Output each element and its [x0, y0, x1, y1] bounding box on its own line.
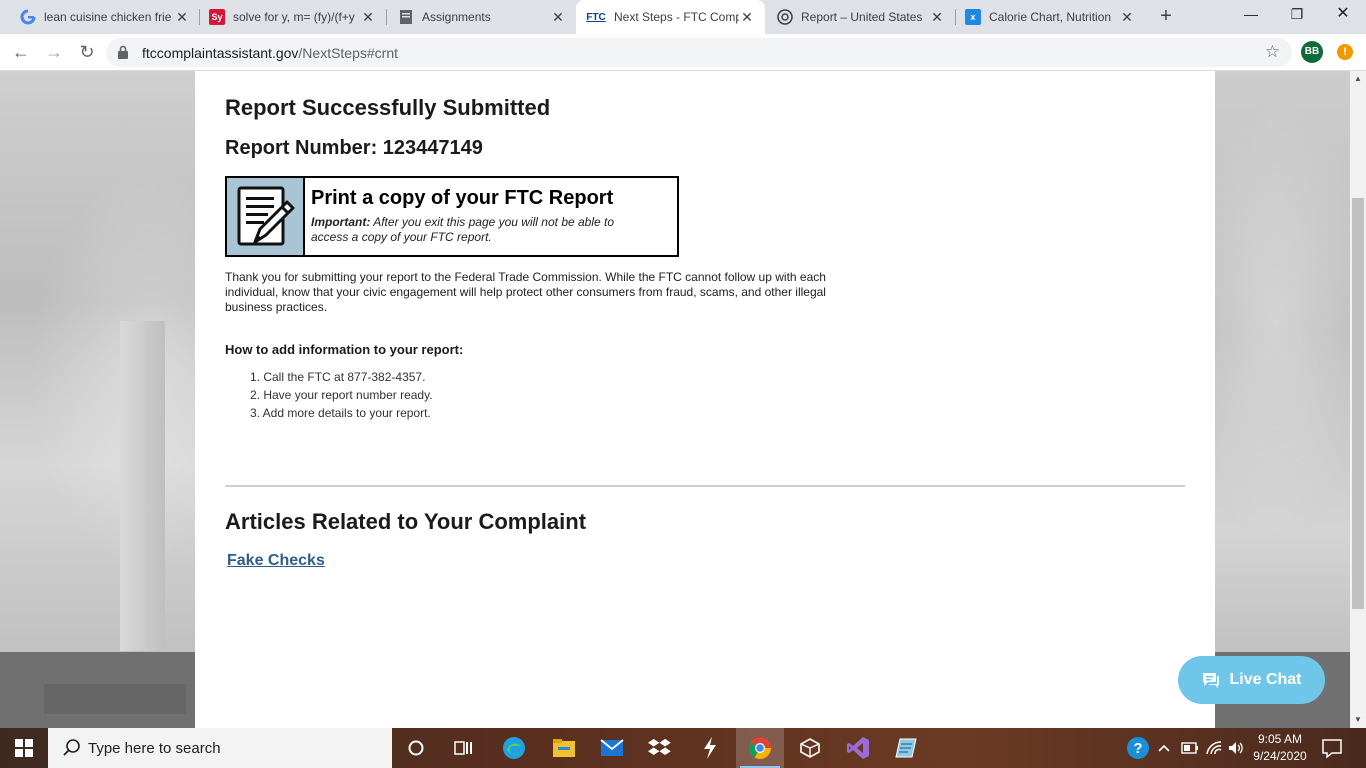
- article-link-fake-checks[interactable]: Fake Checks: [227, 552, 325, 570]
- battery-icon[interactable]: [1181, 728, 1199, 768]
- scroll-down-arrow-icon[interactable]: ▼: [1350, 712, 1366, 728]
- how-to-heading: How to add information to your report:: [225, 342, 464, 357]
- list-item: 3. Add more details to your report.: [250, 406, 431, 420]
- bookmark-star-icon[interactable]: ☆: [1265, 42, 1280, 62]
- dropbox-icon[interactable]: [636, 728, 684, 768]
- close-icon[interactable]: ✕: [174, 9, 190, 26]
- app-bolt-icon[interactable]: [686, 728, 734, 768]
- unity-icon[interactable]: [786, 728, 834, 768]
- search-icon: [63, 739, 80, 756]
- print-report-title: Print a copy of your FTC Report: [311, 187, 614, 209]
- url-text: ftccomplaintassistant.gov/NextSteps#crnt: [142, 45, 399, 61]
- close-icon[interactable]: ✕: [739, 9, 755, 26]
- reload-button[interactable]: ↻: [74, 40, 100, 64]
- scroll-up-arrow-icon[interactable]: ▲: [1350, 71, 1366, 87]
- restore-button[interactable]: ❐: [1274, 0, 1320, 30]
- new-tab-button[interactable]: +: [1154, 5, 1178, 29]
- background-image-right: [1215, 71, 1350, 728]
- list-item: 1. Call the FTC at 877-382-4357.: [250, 370, 426, 384]
- live-chat-button[interactable]: Live Chat: [1178, 656, 1325, 704]
- main-content: Report Successfully Submitted Report Num…: [195, 71, 1325, 728]
- window-close-button[interactable]: ✕: [1320, 0, 1366, 30]
- page-viewport: Report Successfully Submitted Report Num…: [0, 71, 1350, 728]
- notes-app-icon[interactable]: [882, 728, 930, 768]
- background-image-left: [0, 71, 195, 728]
- mail-icon[interactable]: [588, 728, 636, 768]
- ftc-icon: FTC: [586, 11, 606, 23]
- live-chat-label: Live Chat: [1229, 671, 1302, 688]
- volume-icon[interactable]: [1227, 728, 1245, 768]
- list-item: 2. Have your report number ready.: [250, 388, 433, 402]
- back-button[interactable]: ←: [8, 40, 34, 64]
- articles-heading: Articles Related to Your Complaint: [225, 509, 587, 534]
- task-view-icon[interactable]: [440, 728, 488, 768]
- seal-icon: [777, 9, 793, 25]
- tab-ftc-next-steps[interactable]: FTC Next Steps - FTC Compl ✕: [576, 0, 765, 34]
- svg-text:?: ?: [1133, 740, 1142, 757]
- chat-bubble-icon: [1203, 673, 1220, 688]
- taskbar-clock[interactable]: 9:05 AM 9/24/2020: [1244, 731, 1316, 765]
- search-placeholder: Type here to search: [88, 739, 221, 757]
- document-pen-icon: [227, 178, 305, 255]
- document-icon: [398, 9, 414, 25]
- chrome-icon[interactable]: [736, 728, 784, 768]
- page-scrollbar[interactable]: ▲ ▼: [1350, 71, 1366, 728]
- tab-google-search[interactable]: lean cuisine chicken frie ✕: [0, 0, 200, 34]
- tab-assignments[interactable]: Assignments ✕: [378, 0, 576, 34]
- print-report-box[interactable]: Print a copy of your FTC Report Importan…: [225, 176, 679, 257]
- start-button[interactable]: [0, 728, 48, 768]
- tab-report-us[interactable]: Report – United States ✕: [765, 0, 955, 34]
- browser-toolbar: ← → ↻ ftccomplaintassistant.gov/NextStep…: [0, 34, 1366, 71]
- section-divider: [225, 485, 1185, 487]
- address-bar[interactable]: ftccomplaintassistant.gov/NextSteps#crnt…: [106, 38, 1292, 67]
- close-icon[interactable]: ✕: [550, 9, 566, 26]
- google-icon: [20, 9, 36, 25]
- tab-symbolab[interactable]: Sy solve for y, m= (fy)/(f+y ✕: [189, 0, 386, 34]
- steps-list: 1. Call the FTC at 877-382-4357. 2. Have…: [250, 370, 433, 424]
- tab-calorie-chart[interactable]: x Calorie Chart, Nutrition ✕: [955, 0, 1145, 34]
- tray-chevron-up-icon[interactable]: [1157, 728, 1171, 768]
- help-icon[interactable]: ?: [1126, 728, 1150, 768]
- notification-center-icon[interactable]: [1320, 736, 1346, 760]
- close-icon[interactable]: ✕: [360, 9, 376, 26]
- browser-tabstrip: lean cuisine chicken frie ✕ Sy solve for…: [0, 0, 1366, 34]
- windows-taskbar: Type here to search ? 9:05 AM 9/24/2020: [0, 728, 1366, 768]
- profile-avatar[interactable]: BB: [1301, 41, 1323, 63]
- lock-icon: [118, 45, 128, 59]
- wifi-icon[interactable]: [1205, 728, 1223, 768]
- symbolab-icon: Sy: [209, 9, 225, 25]
- visual-studio-icon[interactable]: [834, 728, 882, 768]
- close-icon[interactable]: ✕: [1119, 9, 1135, 26]
- windows-logo-icon: [15, 739, 33, 757]
- thank-you-text: Thank you for submitting your report to …: [225, 270, 826, 314]
- cortana-icon[interactable]: [392, 728, 440, 768]
- taskbar-search-box[interactable]: Type here to search: [48, 728, 392, 768]
- page-title: Report Successfully Submitted: [225, 95, 551, 120]
- report-number: Report Number: 123447149: [225, 137, 483, 159]
- calorie-icon: x: [965, 9, 981, 25]
- close-icon[interactable]: ✕: [929, 9, 945, 26]
- file-explorer-icon[interactable]: [540, 728, 588, 768]
- minimize-button[interactable]: —: [1228, 0, 1274, 30]
- update-alert-icon[interactable]: !: [1337, 44, 1353, 60]
- scroll-thumb[interactable]: [1352, 198, 1364, 609]
- edge-icon[interactable]: [490, 728, 538, 768]
- forward-button[interactable]: →: [41, 40, 67, 64]
- print-report-note: Important: After you exit this page you …: [311, 215, 615, 244]
